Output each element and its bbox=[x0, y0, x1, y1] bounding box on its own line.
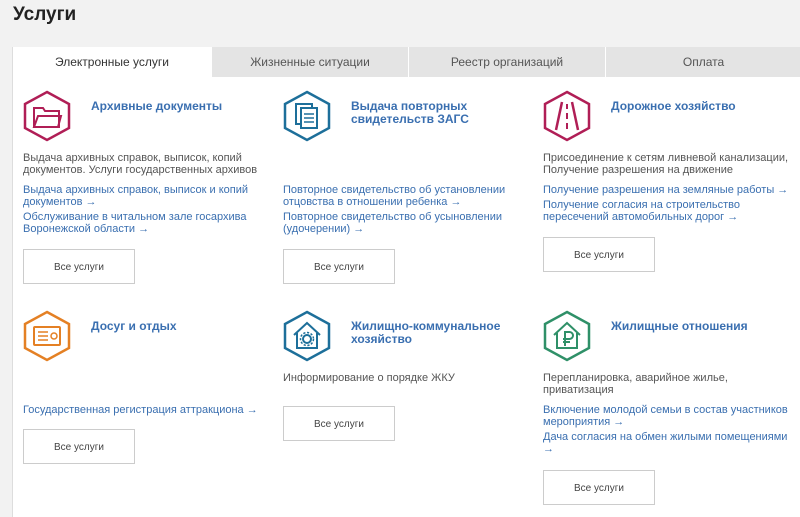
card-title[interactable]: Архивные документы bbox=[91, 100, 281, 113]
tab-electronic-services[interactable]: Электронные услуги bbox=[13, 47, 211, 77]
card-title[interactable]: Жилищные отношения bbox=[611, 320, 800, 333]
card-title[interactable]: Выдача повторных свидетельств ЗАГС bbox=[351, 100, 541, 126]
road-icon bbox=[543, 90, 591, 142]
all-services-button[interactable]: Все услуги bbox=[23, 429, 135, 464]
tab-life-situations[interactable]: Жизненные ситуации bbox=[211, 47, 408, 77]
all-services-button[interactable]: Все услуги bbox=[283, 249, 395, 284]
page-title: Услуги bbox=[13, 4, 77, 25]
service-link[interactable]: Дача согласия на обмен жилыми помещениям… bbox=[543, 431, 798, 455]
tab-bar: Электронные услуги Жизненные ситуации Ре… bbox=[13, 47, 800, 77]
card-description: Перепланировка, аварийное жилье, привати… bbox=[543, 372, 728, 396]
house-gear-icon bbox=[283, 310, 331, 362]
service-link[interactable]: Выдача архивных справок, выписок и копий… bbox=[23, 184, 278, 208]
card-description: Выдача архивных справок, выписок, копий … bbox=[23, 152, 258, 176]
services-panel: Электронные услуги Жизненные ситуации Ре… bbox=[12, 47, 800, 517]
folder-icon bbox=[23, 90, 71, 142]
card-title[interactable]: Досуг и отдых bbox=[91, 320, 281, 333]
tab-payment[interactable]: Оплата bbox=[605, 47, 800, 77]
service-link[interactable]: Включение молодой семьи в состав участни… bbox=[543, 404, 798, 428]
service-link[interactable]: Государственная регистрация аттракциона … bbox=[23, 404, 278, 416]
all-services-button[interactable]: Все услуги bbox=[543, 237, 655, 272]
house-ruble-icon bbox=[543, 310, 591, 362]
card-links: Выдача архивных справок, выписок и копий… bbox=[23, 184, 278, 238]
card-links: Включение молодой семьи в состав участни… bbox=[543, 404, 798, 458]
card-links: Повторное свидетельство об установлении … bbox=[283, 184, 538, 238]
ticket-icon bbox=[23, 310, 71, 362]
service-link[interactable]: Повторное свидетельство об усыновлении (… bbox=[283, 211, 538, 235]
card-title[interactable]: Жилищно-коммунальное хозяйство bbox=[351, 320, 541, 346]
card-links: Получение разрешения на земляные работы … bbox=[543, 184, 798, 226]
tab-organizations-registry[interactable]: Реестр организаций bbox=[408, 47, 605, 77]
card-description: Присоединение к сетям ливневой канализац… bbox=[543, 152, 789, 176]
card-description: Информирование о порядке ЖКУ bbox=[283, 372, 455, 384]
all-services-button[interactable]: Все услуги bbox=[283, 406, 395, 441]
service-link[interactable]: Получение согласия на строительство пере… bbox=[543, 199, 798, 223]
card-links: Государственная регистрация аттракциона … bbox=[23, 404, 278, 419]
documents-icon bbox=[283, 90, 331, 142]
all-services-button[interactable]: Все услуги bbox=[23, 249, 135, 284]
all-services-button[interactable]: Все услуги bbox=[543, 470, 655, 505]
service-link[interactable]: Получение разрешения на земляные работы … bbox=[543, 184, 798, 196]
service-link[interactable]: Повторное свидетельство об установлении … bbox=[283, 184, 538, 208]
card-title[interactable]: Дорожное хозяйство bbox=[611, 100, 800, 113]
service-link[interactable]: Обслуживание в читальном зале госархива … bbox=[23, 211, 278, 235]
